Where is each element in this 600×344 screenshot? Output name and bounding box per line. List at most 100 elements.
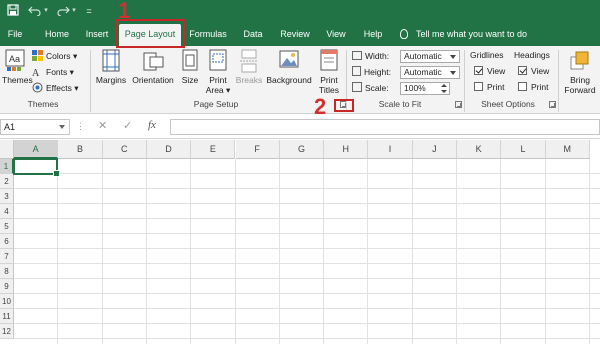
background-button[interactable]: Background (264, 49, 314, 85)
fonts-button[interactable]: A Fonts ▾ (32, 65, 74, 79)
tab-formulas[interactable]: Formulas (186, 22, 230, 46)
colors-label: Colors (46, 51, 71, 61)
tab-home[interactable]: Home (38, 22, 76, 46)
gridline (544, 159, 546, 344)
gridlines-heading: Gridlines (470, 50, 504, 60)
sheet-options-dialog-launcher-icon[interactable] (549, 101, 556, 108)
column-header[interactable]: H (324, 140, 369, 159)
print-titles-button[interactable]: Print Titles (316, 49, 342, 95)
breaks-label: Breaks (235, 75, 263, 85)
column-header[interactable]: C (102, 140, 147, 159)
gridlines-view-checkbox[interactable]: View (474, 65, 505, 77)
scale-spinner-icon[interactable] (440, 83, 448, 94)
formula-input[interactable] (170, 119, 600, 135)
tab-review[interactable]: Review (276, 22, 314, 46)
enter-icon[interactable]: ✓ (123, 119, 132, 132)
column-header[interactable]: G (279, 140, 325, 159)
row-header[interactable]: 8 (0, 264, 14, 279)
width-select[interactable]: Automatic (400, 50, 460, 63)
headings-print-checkbox[interactable]: Print (518, 81, 548, 93)
themes-button[interactable]: Aa Themes (2, 49, 33, 85)
column-header[interactable]: K (457, 140, 502, 159)
undo-icon[interactable] (28, 4, 42, 18)
colors-button[interactable]: Colors ▾ (32, 49, 77, 63)
tab-view[interactable]: View (321, 22, 351, 46)
row-header[interactable]: 6 (0, 234, 14, 249)
gridline (101, 159, 103, 344)
row-header[interactable]: 11 (0, 309, 14, 324)
row-header[interactable]: 12 (0, 324, 14, 339)
redo-dropdown-icon[interactable]: ▾ (70, 4, 78, 18)
column-header[interactable]: L (501, 140, 546, 159)
row-header[interactable]: 3 (0, 189, 14, 204)
column-header[interactable]: I (368, 140, 413, 159)
bring-forward-button[interactable]: Bring Forward (562, 49, 598, 95)
scale-label: Scale: (352, 81, 389, 95)
name-box[interactable]: A1 (0, 119, 70, 135)
fonts-label: Fonts (46, 67, 68, 77)
active-cell[interactable] (13, 158, 60, 177)
fonts-dropdown-icon: ▾ (69, 67, 74, 77)
save-icon[interactable] (6, 4, 20, 18)
tab-file[interactable]: File (0, 22, 30, 46)
row-header[interactable]: 4 (0, 204, 14, 219)
bring-forward-label-2: Forward (564, 85, 596, 95)
height-dropdown-icon (450, 71, 456, 75)
gridline (367, 159, 369, 344)
group-separator (464, 50, 465, 112)
column-header[interactable]: J (412, 140, 457, 159)
effects-button[interactable]: Effects ▾ (32, 81, 78, 95)
row-header[interactable]: 2 (0, 174, 14, 189)
margins-button[interactable]: Margins (94, 49, 128, 85)
row-header[interactable]: 7 (0, 249, 14, 264)
scale-input[interactable]: 100% (400, 82, 450, 95)
size-button[interactable]: Size (178, 49, 202, 85)
gridlines-view-box (474, 66, 483, 75)
row-header[interactable]: 10 (0, 294, 14, 309)
name-box-dropdown-icon (59, 125, 65, 129)
tell-me-search[interactable]: Tell me what you want to do (400, 22, 527, 46)
tab-data[interactable]: Data (238, 22, 268, 46)
column-header[interactable]: F (235, 140, 280, 159)
sheet-options-group-label: Sheet Options (481, 99, 535, 109)
customize-icon[interactable]: = (84, 4, 94, 18)
svg-text:Aa: Aa (9, 54, 20, 64)
headings-print-box (518, 82, 527, 91)
scale-to-fit-group-label: Scale to Fit (378, 99, 422, 109)
row-header[interactable]: 1 (0, 159, 14, 174)
formula-bar-grip-icon[interactable]: ⋮ (76, 121, 85, 132)
column-header[interactable]: M (545, 140, 590, 159)
select-all-corner[interactable] (0, 140, 14, 159)
redo-icon[interactable] (56, 4, 70, 18)
height-icon (352, 66, 361, 76)
row-header[interactable]: 9 (0, 279, 14, 294)
themes-label: Themes (2, 75, 33, 85)
row-header[interactable]: 5 (0, 219, 14, 234)
worksheet-grid[interactable]: A B C D E F G H I J K L M 1 2 3 4 5 6 7 8 9 10 11 12 (0, 140, 600, 344)
column-header[interactable]: D (146, 140, 192, 159)
effects-icon (32, 82, 43, 93)
tab-insert[interactable]: Insert (80, 22, 114, 46)
gridlines-print-checkbox[interactable]: Print (474, 81, 504, 93)
gridline (14, 323, 600, 324)
tab-help[interactable]: Help (358, 22, 388, 46)
size-icon (179, 49, 201, 73)
column-header[interactable]: E (191, 140, 236, 159)
print-titles-label-1: Print (320, 75, 338, 85)
gridline (14, 233, 600, 234)
print-area-button[interactable]: Print Area ▾ (204, 49, 232, 95)
undo-dropdown-icon[interactable]: ▾ (42, 4, 50, 18)
column-header[interactable]: B (58, 140, 103, 159)
margins-icon (100, 49, 122, 73)
column-header[interactable]: A (14, 140, 59, 159)
breaks-icon (238, 49, 260, 73)
height-select[interactable]: Automatic (400, 66, 460, 79)
headings-view-checkbox[interactable]: View (518, 65, 549, 77)
orientation-button[interactable]: Orientation (130, 49, 176, 85)
scale-icon (352, 82, 362, 92)
insert-function-icon[interactable]: fx (148, 119, 156, 131)
cancel-icon[interactable]: ✕ (98, 119, 107, 132)
scale-to-fit-dialog-launcher-icon[interactable] (455, 101, 462, 108)
breaks-button[interactable]: Breaks (234, 49, 264, 85)
gridline (14, 308, 600, 309)
